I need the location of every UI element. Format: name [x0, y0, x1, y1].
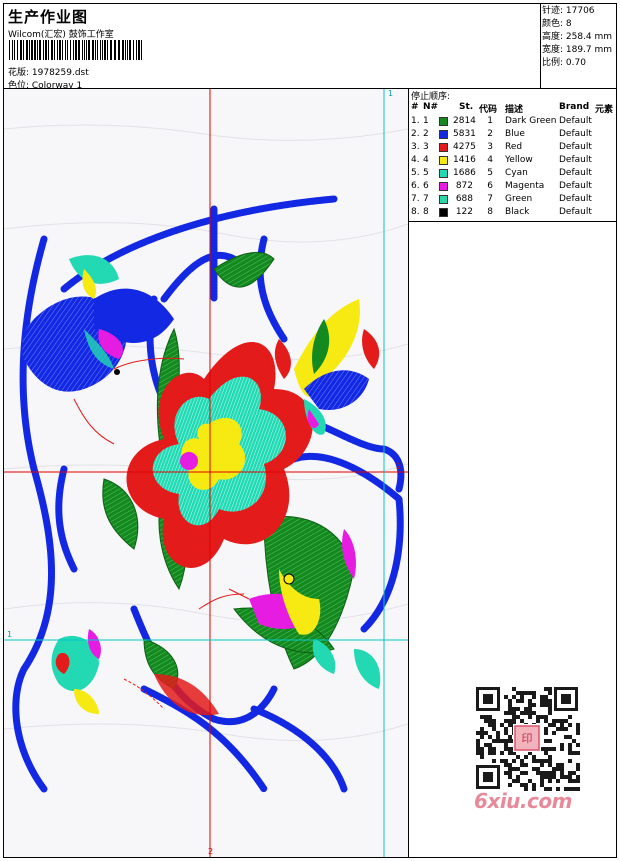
color-n: 4	[423, 155, 429, 165]
color-st: 1686	[453, 168, 476, 178]
guide-label-left: 1	[7, 630, 13, 639]
col-n: N#	[423, 102, 439, 112]
color-swatch	[439, 169, 448, 178]
color-swatch	[439, 143, 448, 152]
color-st: 872	[455, 181, 473, 191]
color-code: 1	[487, 116, 493, 126]
color-desc: Green	[505, 194, 533, 204]
color-n: 3	[423, 142, 429, 152]
color-swatch	[439, 130, 448, 139]
color-row: 6. 6 872 6 Magenta Default	[409, 180, 617, 193]
color-row: 7. 7 688 7 Green Default	[409, 193, 617, 206]
guide-label-right: 2	[396, 462, 402, 471]
qr-code: 印	[472, 683, 582, 793]
col-element: 元素	[595, 105, 614, 115]
stats-panel: 针迹: 17706 颜色: 8 高度: 258.4 mm 宽度: 189.7 m…	[542, 5, 617, 70]
page-title: 生产作业图	[8, 8, 89, 26]
color-desc: Magenta	[505, 181, 545, 191]
col-brand: Brand	[559, 102, 590, 112]
color-row: 3. 3 4275 3 Red Default	[409, 141, 617, 154]
color-n: 6	[423, 181, 429, 191]
color-st: 688	[455, 194, 473, 204]
color-brand: Default	[559, 181, 592, 191]
color-n: 7	[423, 194, 429, 204]
guide-label-top: 1	[388, 89, 394, 98]
color-idx: 1.	[411, 116, 420, 126]
color-brand: Default	[559, 116, 592, 126]
color-code: 2	[487, 129, 493, 139]
color-st: 5831	[453, 129, 476, 139]
col-hash: #	[411, 102, 419, 112]
color-brand: Default	[559, 155, 592, 165]
color-idx: 3.	[411, 142, 420, 152]
color-row: 4. 4 1416 4 Yellow Default	[409, 154, 617, 167]
color-desc: Black	[505, 207, 530, 217]
color-n: 1	[423, 116, 429, 126]
color-brand: Default	[559, 129, 592, 139]
color-code: 7	[487, 194, 493, 204]
color-row: 5. 5 1686 5 Cyan Default	[409, 167, 617, 180]
guide-label-bottom: 2	[208, 847, 214, 856]
color-swatch	[439, 156, 448, 165]
header-info: 生产作业图 Wilcom(汇宏) 鼓饰工作室 花版: 1978259.dst 色…	[4, 4, 540, 91]
color-n: 2	[423, 129, 429, 139]
stop-sequence-title: 停止顺序:	[411, 92, 451, 102]
color-idx: 6.	[411, 181, 420, 191]
color-desc: Cyan	[505, 168, 528, 178]
stitch-count: 针迹: 17706	[542, 6, 595, 16]
color-desc: Yellow	[505, 155, 533, 165]
color-idx: 5.	[411, 168, 420, 178]
color-swatch	[439, 182, 448, 191]
pattern-file: 花版: 1978259.dst	[8, 68, 89, 78]
company-name: Wilcom(汇宏) 鼓饰工作室	[8, 30, 114, 40]
design-width: 宽度: 189.7 mm	[542, 45, 613, 55]
barcode	[9, 40, 142, 60]
color-st: 1416	[453, 155, 476, 165]
color-desc: Red	[505, 142, 523, 152]
stamp-icon: 印	[522, 732, 533, 745]
color-brand: Default	[559, 168, 592, 178]
color-n: 5	[423, 168, 429, 178]
color-brand: Default	[559, 142, 592, 152]
color-code: 5	[487, 168, 493, 178]
color-code: 8	[487, 207, 493, 217]
color-count: 颜色: 8	[542, 19, 572, 29]
color-row: 2. 2 5831 2 Blue Default	[409, 128, 617, 141]
header-divider	[540, 4, 541, 88]
color-idx: 2.	[411, 129, 420, 139]
color-desc: Blue	[505, 129, 525, 139]
color-st: 122	[455, 207, 473, 217]
color-row: 8. 8 122 8 Black Default	[409, 206, 617, 219]
color-code: 6	[487, 181, 493, 191]
color-table-header: # N# St. 代码 描述 Brand 元素	[409, 102, 617, 115]
color-swatch	[439, 117, 448, 126]
color-st: 2814	[453, 116, 476, 126]
col-desc: 描述	[505, 105, 524, 115]
color-brand: Default	[559, 194, 592, 204]
color-idx: 4.	[411, 155, 420, 165]
color-swatch	[439, 195, 448, 204]
color-code: 3	[487, 142, 493, 152]
col-code: 代码	[479, 105, 498, 115]
color-n: 8	[423, 207, 429, 217]
embroidery-preview	[4, 89, 408, 857]
design-scale: 比例: 0.70	[542, 58, 586, 68]
color-st: 4275	[453, 142, 476, 152]
color-brand: Default	[559, 207, 592, 217]
color-idx: 8.	[411, 207, 420, 217]
col-stitches: St.	[459, 102, 474, 112]
watermark-site: 6xiu.com	[474, 789, 572, 813]
color-desc: Dark Green	[505, 116, 557, 126]
design-canvas: 1 2 1 2	[4, 89, 408, 857]
color-idx: 7.	[411, 194, 420, 204]
stop-sequence-panel: 停止顺序: # N# St. 代码 描述 Brand 元素 1. 1 2814 1 Da…	[409, 89, 617, 221]
color-swatch	[439, 208, 448, 217]
color-code: 4	[487, 155, 493, 165]
stop-panel-rule	[409, 221, 617, 222]
design-height: 高度: 258.4 mm	[542, 32, 613, 42]
color-row: 1. 1 2814 1 Dark Green Default	[409, 115, 617, 128]
